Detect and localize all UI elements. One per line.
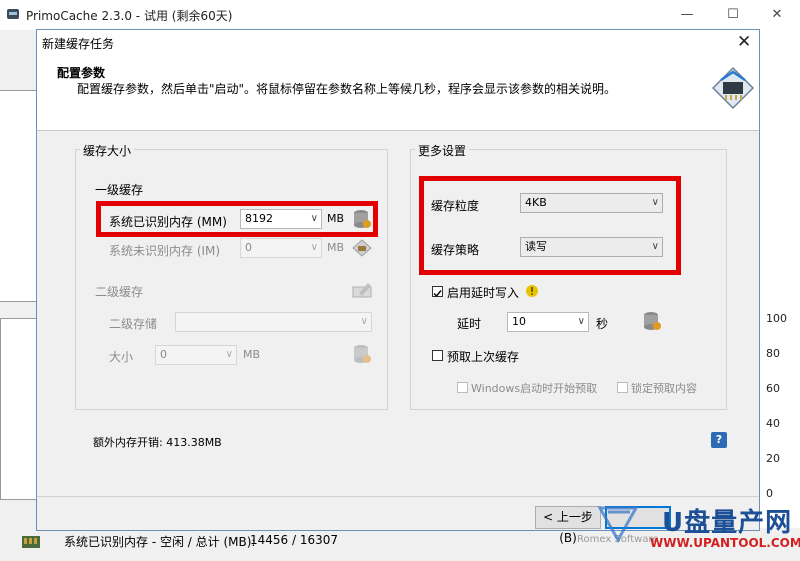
chevron-down-icon[interactable]: ∨	[311, 239, 318, 257]
maximize-button[interactable]: ☐	[710, 0, 756, 30]
lock-prefetch-checkbox[interactable]	[617, 382, 628, 393]
prefetch-on-start-checkbox[interactable]	[457, 382, 468, 393]
level1-cache-title: 一级缓存	[95, 183, 144, 197]
memory-status-value: 14456 / 16307	[250, 533, 339, 547]
level2-storage-select[interactable]: ∨	[175, 312, 372, 332]
delay-unit: 秒	[596, 317, 609, 331]
more-settings-title: 更多设置	[415, 142, 470, 159]
database-icon[interactable]	[641, 310, 663, 332]
database-icon[interactable]	[351, 343, 373, 365]
edit-disk-icon[interactable]	[351, 279, 373, 301]
delay-input[interactable]: 10 ∨	[507, 312, 589, 332]
unrecognized-memory-input[interactable]: 0 ∨	[240, 238, 322, 258]
dialog-title: 新建缓存任务	[42, 37, 115, 51]
level2-size-input[interactable]: 0 ∨	[155, 345, 237, 365]
dialog-titlebar: 新建缓存任务 ✕	[37, 30, 759, 54]
main-close-button[interactable]: ✕	[754, 0, 800, 30]
axis-label: 20	[766, 452, 780, 465]
level2-cache-title: 二级缓存	[95, 285, 144, 299]
watermark: U盘量产网 WWW.UPANTOOL.COM	[596, 496, 800, 558]
memory-status-label: 系统已识别内存 - 空闲 / 总计 (MB):	[64, 535, 256, 549]
axis-label: 100	[766, 312, 787, 325]
new-cache-task-dialog: 新建缓存任务 ✕ 配置参数 配置缓存参数，然后单击"启动"。将鼠标停留在参数名称…	[36, 29, 760, 545]
axis-label: 40	[766, 417, 780, 430]
unrecognized-memory-value: 0	[245, 241, 252, 254]
prefetch-checkbox[interactable]	[432, 350, 443, 361]
dialog-close-icon[interactable]: ✕	[737, 32, 751, 52]
level2-size-unit: MB	[243, 348, 261, 361]
watermark-logo	[597, 506, 639, 544]
level2-size-label: 大小	[109, 350, 134, 364]
defer-write-label: 启用延时写入	[447, 286, 520, 300]
lock-prefetch-label: 锁定预取内容	[631, 382, 697, 395]
chevron-down-icon[interactable]: ∨	[226, 346, 233, 364]
memory-icon	[22, 536, 40, 548]
memory-overhead: 额外内存开销: 413.38MB	[93, 436, 222, 449]
memory-chip-icon[interactable]	[351, 237, 373, 259]
cache-chip-icon	[711, 66, 755, 110]
watermark-url: WWW.UPANTOOL.COM	[650, 536, 800, 550]
delay-label: 延时	[457, 317, 482, 331]
level2-size-value: 0	[160, 348, 167, 361]
help-button[interactable]: ?	[711, 432, 727, 448]
delay-value: 10	[512, 315, 526, 328]
warning-icon	[526, 285, 538, 297]
recognized-memory-highlight	[96, 201, 378, 237]
app-icon	[7, 9, 19, 19]
main-list-pane	[0, 90, 36, 302]
level2-storage-label: 二级存储	[109, 317, 158, 331]
unrecognized-memory-label: 系统未识别内存 (IM)	[109, 244, 221, 258]
main-stats-pane	[0, 318, 38, 500]
main-titlebar: PrimoCache 2.3.0 - 试用 (剩余60天) — ☐ ✕	[0, 0, 800, 31]
dialog-header: 配置参数 配置缓存参数，然后单击"启动"。将鼠标停留在参数名称上等候几秒，程序会…	[37, 54, 759, 131]
defer-write-checkbox[interactable]	[432, 286, 443, 298]
header-description: 配置缓存参数，然后单击"启动"。将鼠标停留在参数名称上等候几秒，程序会显示该参数…	[77, 82, 617, 96]
axis-label: 60	[766, 382, 780, 395]
watermark-brand: U盘量产网	[662, 508, 793, 538]
cache-size-title: 缓存大小	[80, 142, 135, 159]
back-button[interactable]: < 上一步(B)	[535, 506, 601, 545]
prefetch-label: 预取上次缓存	[447, 350, 520, 364]
checkmark-icon	[433, 290, 442, 298]
axis-label: 80	[766, 347, 780, 360]
unrecognized-memory-unit: MB	[327, 241, 345, 254]
chevron-down-icon[interactable]: ∨	[361, 313, 368, 331]
header-title: 配置参数	[57, 66, 106, 80]
chevron-down-icon[interactable]: ∨	[578, 313, 585, 331]
main-right-panel	[760, 30, 800, 561]
minimize-button[interactable]: —	[664, 0, 710, 30]
main-window-title: PrimoCache 2.3.0 - 试用 (剩余60天)	[26, 9, 233, 23]
prefetch-on-start-label: Windows启动时开始预取	[471, 382, 598, 395]
granularity-strategy-highlight	[419, 176, 681, 275]
